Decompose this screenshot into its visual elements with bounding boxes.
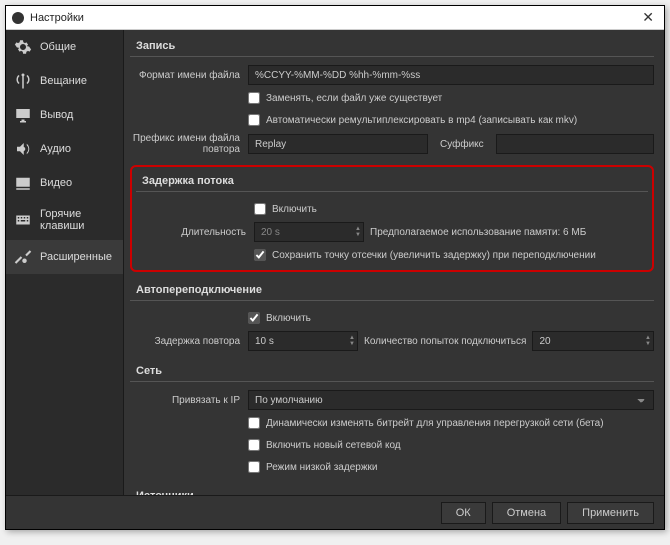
new-netcode-label: Включить новый сетевой код (266, 440, 401, 451)
reconnect-delay-spinner[interactable]: 10 s▲▼ (248, 331, 358, 351)
chevron-down-icon[interactable]: ▼ (645, 341, 651, 347)
delay-duration-spinner[interactable]: 20 s▲▼ (254, 222, 364, 242)
app-icon (12, 12, 24, 24)
sidebar-item-general[interactable]: Общие (6, 30, 123, 64)
sidebar-label: Вещание (40, 75, 87, 87)
reconnect-enable-label: Включить (266, 313, 311, 324)
overwrite-checkbox[interactable] (248, 92, 260, 104)
close-icon[interactable]: ✕ (638, 9, 658, 26)
low-latency-checkbox[interactable] (248, 461, 260, 473)
gear-icon (14, 38, 32, 56)
reconnect-attempts-spinner[interactable]: 20▲▼ (532, 331, 654, 351)
group-title: Источники (130, 486, 654, 495)
delay-duration-label: Длительность (136, 227, 254, 238)
tools-icon (14, 248, 32, 266)
replay-suffix-label: Суффикс (434, 139, 490, 150)
overwrite-label: Заменять, если файл уже существует (266, 93, 442, 104)
low-latency-label: Режим низкой задержки (266, 462, 377, 473)
sidebar-item-hotkeys[interactable]: Горячие клавиши (6, 200, 123, 240)
window-title: Настройки (30, 12, 638, 24)
chevron-down-icon[interactable]: ▼ (349, 341, 355, 347)
reconnect-attempts-label: Количество попыток подключиться (364, 336, 526, 347)
delay-preserve-label: Сохранить точку отсечки (увеличить задер… (272, 250, 596, 261)
group-reconnect: Автопереподключение Включить Задержка по… (130, 280, 654, 353)
cancel-button[interactable]: Отмена (492, 502, 561, 524)
monitor-icon (14, 106, 32, 124)
speaker-icon (14, 140, 32, 158)
delay-memory-hint: Предполагаемое использование памяти: 6 М… (370, 227, 586, 238)
group-recording: Запись Формат имени файла Заменять, если… (130, 36, 654, 157)
footer: ОК Отмена Применить (6, 495, 664, 529)
replay-prefix-label: Префикс имени файла повтора (130, 133, 248, 155)
sidebar-item-stream[interactable]: Вещание (6, 64, 123, 98)
chevron-down-icon[interactable]: ▼ (355, 232, 361, 238)
dyn-bitrate-checkbox[interactable] (248, 417, 260, 429)
new-netcode-checkbox[interactable] (248, 439, 260, 451)
remux-checkbox[interactable] (248, 114, 260, 126)
sidebar-label: Общие (40, 41, 76, 53)
filename-format-input[interactable] (248, 65, 654, 85)
content-area: Запись Формат имени файла Заменять, если… (124, 30, 664, 495)
group-title: Автопереподключение (130, 280, 654, 301)
keyboard-icon (14, 211, 32, 229)
antenna-icon (14, 72, 32, 90)
bind-ip-select[interactable]: По умолчанию (248, 390, 654, 410)
reconnect-enable-checkbox[interactable] (248, 312, 260, 324)
sidebar-label: Горячие клавиши (40, 208, 115, 232)
titlebar: Настройки ✕ (6, 6, 664, 30)
group-network: Сеть Привязать к IPПо умолчанию Динамиче… (130, 361, 654, 478)
sidebar-item-output[interactable]: Вывод (6, 98, 123, 132)
sidebar-item-advanced[interactable]: Расширенные (6, 240, 123, 274)
reconnect-delay-label: Задержка повтора (130, 336, 248, 347)
sidebar-item-video[interactable]: Видео (6, 166, 123, 200)
sidebar-item-audio[interactable]: Аудио (6, 132, 123, 166)
sidebar-label: Вывод (40, 109, 73, 121)
dyn-bitrate-label: Динамически изменять битрейт для управле… (266, 418, 604, 429)
sidebar: Общие Вещание Вывод Аудио Видео Горячие … (6, 30, 124, 495)
delay-preserve-checkbox[interactable] (254, 249, 266, 261)
group-title: Задержка потока (136, 171, 648, 192)
sidebar-label: Аудио (40, 143, 71, 155)
group-stream-delay: Задержка потока Включить Длительность20 … (130, 165, 654, 272)
bind-ip-label: Привязать к IP (130, 395, 248, 406)
display-icon (14, 174, 32, 192)
settings-window: Настройки ✕ Общие Вещание Вывод Аудио Ви… (5, 5, 665, 530)
remux-label: Автоматически ремультиплексировать в mp4… (266, 115, 577, 126)
replay-prefix-input[interactable] (248, 134, 428, 154)
ok-button[interactable]: ОК (441, 502, 486, 524)
delay-enable-checkbox[interactable] (254, 203, 266, 215)
delay-enable-label: Включить (272, 204, 317, 215)
filename-format-label: Формат имени файла (130, 70, 248, 81)
sidebar-label: Видео (40, 177, 72, 189)
sidebar-label: Расширенные (40, 251, 112, 263)
apply-button[interactable]: Применить (567, 502, 654, 524)
group-title: Сеть (130, 361, 654, 382)
group-sources: Источники Включить аппаратное ускорение … (130, 486, 654, 495)
group-title: Запись (130, 36, 654, 57)
replay-suffix-input[interactable] (496, 134, 654, 154)
